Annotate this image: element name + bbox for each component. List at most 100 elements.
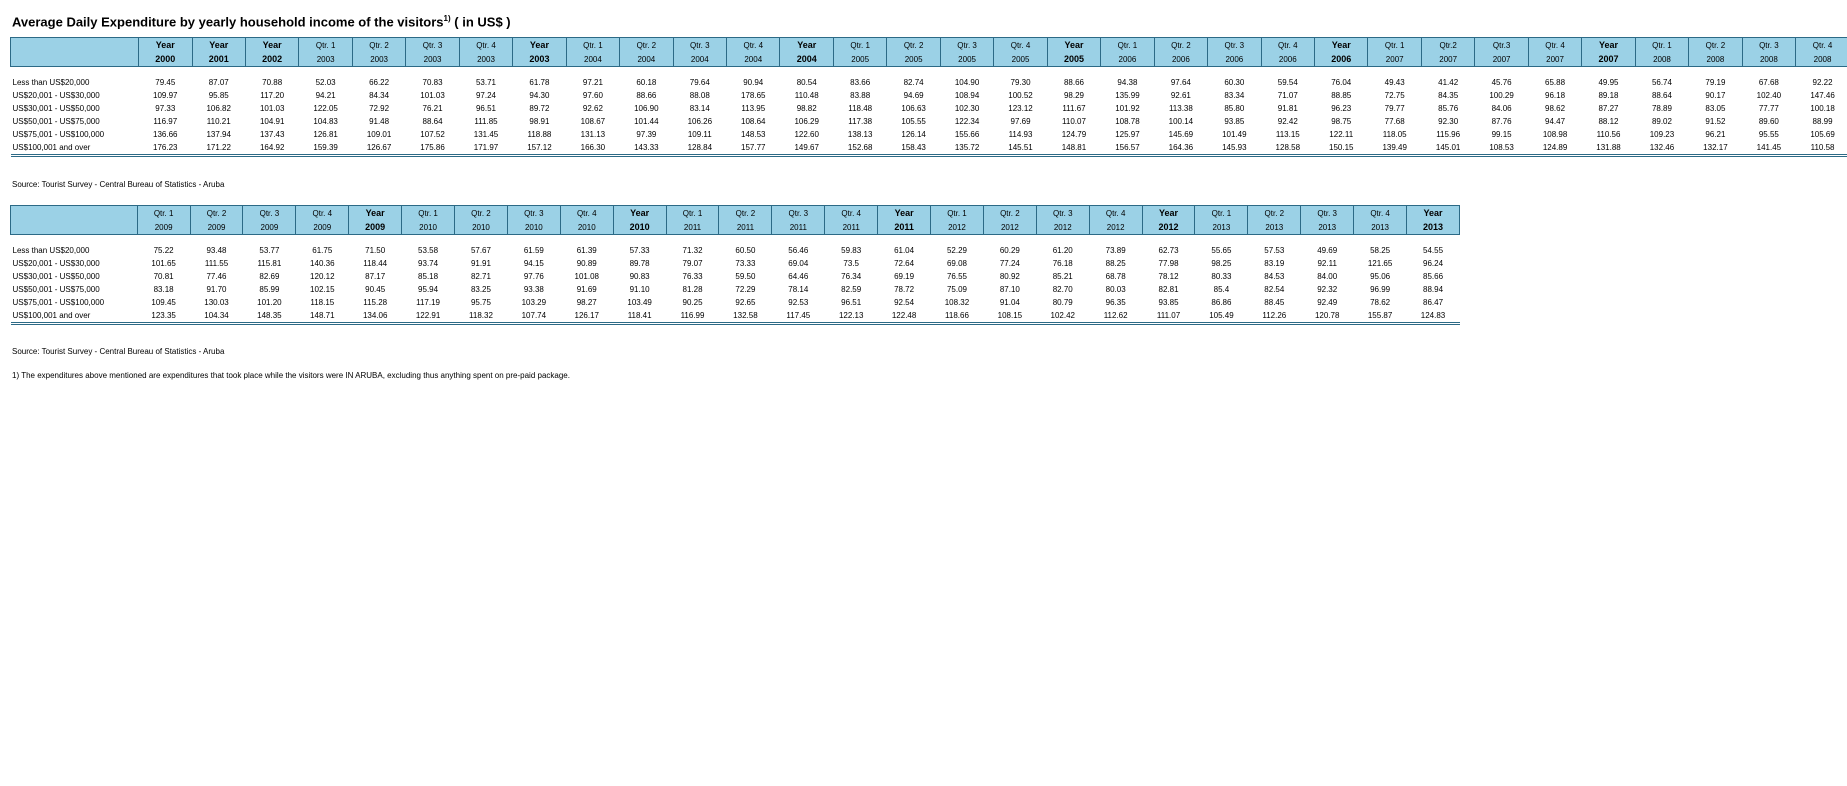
column-header: Qtr. 4: [824, 205, 879, 220]
column-header: Qtr. 4: [1527, 37, 1583, 52]
table-cell: 100.14: [1168, 117, 1194, 126]
column-header: 2009: [348, 220, 403, 235]
row-label: Less than US$20,000: [12, 78, 90, 87]
table-cell: 148.35: [242, 309, 296, 325]
table-cell: 82.59: [841, 285, 862, 294]
table-cell: 92.65: [735, 298, 756, 307]
table-cell: 83.19: [1264, 259, 1285, 268]
table-cell: 110.56: [1596, 130, 1621, 139]
table-cell: 96.24: [1423, 259, 1444, 268]
table-cell: 49.69: [1317, 246, 1338, 255]
table-cell: 125.97: [1115, 130, 1140, 139]
table-cell: 58.25: [1370, 246, 1391, 255]
column-header: 2006: [1153, 52, 1209, 67]
table-cell: 113.95: [741, 104, 766, 113]
table-cell: 122.48: [877, 309, 931, 325]
table-cell: 102.40: [1756, 91, 1782, 100]
table-row: US$100,001 and over 123.35 104.34 148.35 148…: [10, 309, 1460, 325]
table-cell: 140.36: [310, 259, 335, 268]
table-cell: 83.25: [470, 285, 491, 294]
table-cell: 117.38: [848, 117, 873, 126]
table-cell: 89.60: [1758, 117, 1779, 126]
table-cell: 166.30: [566, 141, 620, 157]
table-cell: 128.58: [1261, 141, 1315, 157]
column-header: 2010: [506, 220, 561, 235]
table-cell: 53.77: [259, 246, 280, 255]
column-header: 2009: [189, 220, 244, 235]
table-cell: 89.78: [629, 259, 650, 268]
table-cell: 85.76: [1438, 104, 1459, 113]
table-cell: 83.14: [689, 104, 710, 113]
table-cell: 108.94: [954, 91, 980, 100]
table-cell: 126.67: [352, 141, 406, 157]
table-cell: 61.78: [529, 78, 550, 87]
table-cell: 83.18: [153, 285, 174, 294]
table-cell: 115.28: [363, 298, 388, 307]
footnote: 1) The expenditures above mentioned are …: [12, 371, 570, 380]
column-header: 2012: [1035, 220, 1090, 235]
table-cell: 91.04: [999, 298, 1020, 307]
table-cell: 101.92: [1115, 104, 1140, 113]
table-cell: 97.64: [1170, 78, 1191, 87]
table-cell: 120.12: [310, 272, 335, 281]
column-header: 2002: [244, 52, 300, 67]
table-cell: 88.64: [422, 117, 443, 126]
column-header: Year: [138, 37, 193, 52]
table-cell: 139.49: [1367, 141, 1422, 157]
table-cell: 91.69: [576, 285, 597, 294]
table-cell: 111.07: [1142, 309, 1195, 325]
table-cell: 108.15: [983, 309, 1037, 325]
table-cell: 65.88: [1545, 78, 1566, 87]
column-header: Qtr. 4: [1088, 205, 1143, 220]
table-cell: 53.58: [418, 246, 439, 255]
table-cell: 164.92: [245, 141, 299, 157]
table-cell: 109.97: [153, 91, 178, 100]
table-cell: 96.51: [475, 104, 496, 113]
table-cell: 62.73: [1158, 246, 1179, 255]
table-cell: 100.29: [1489, 91, 1514, 100]
table-cell: 91.10: [629, 285, 650, 294]
table-cell: 156.57: [1100, 141, 1155, 157]
table-cell: 137.43: [259, 130, 285, 139]
table-cell: 88.45: [1264, 298, 1285, 307]
table-cell: 88.99: [1812, 117, 1833, 126]
table-cell: 122.60: [794, 130, 819, 139]
table-cell: 157.77: [726, 141, 780, 157]
row-label: US$100,001 and over: [10, 141, 139, 157]
table-cell: 88.12: [1598, 117, 1619, 126]
column-header: 2007: [1474, 52, 1529, 67]
table-cell: 45.76: [1491, 78, 1512, 87]
column-header: 2007: [1581, 52, 1636, 67]
table-cell: 92.30: [1438, 117, 1459, 126]
column-header: Year: [348, 205, 403, 220]
table-cell: 116.99: [666, 309, 719, 325]
column-header: 2003: [298, 52, 353, 67]
table-cell: 71.07: [1277, 91, 1298, 100]
column-header: 2010: [559, 220, 614, 235]
column-header: Year: [612, 205, 667, 220]
table-cell: 52.29: [946, 246, 967, 255]
table-cell: 85.80: [1224, 104, 1245, 113]
column-header: 2013: [1247, 220, 1302, 235]
table-cell: 112.62: [1089, 309, 1143, 325]
table-cell: 76.04: [1331, 78, 1352, 87]
column-header: 2004: [619, 52, 674, 67]
column-header: Qtr. 4: [559, 205, 614, 220]
column-header: Qtr. 3: [506, 205, 561, 220]
table-cell: 111.67: [1062, 104, 1086, 113]
column-header: Qtr. 3: [771, 205, 826, 220]
column-header: 2011: [877, 220, 932, 235]
table-cell: 137.94: [206, 130, 231, 139]
column-header: Year: [1046, 37, 1102, 52]
table-cell: 107.74: [507, 309, 561, 325]
table-cell: 70.81: [153, 272, 174, 281]
table-cell: 88.85: [1331, 91, 1352, 100]
row-label: US$20,001 - US$30,000: [12, 259, 100, 268]
table-cell: 124.83: [1406, 309, 1460, 325]
column-header: Qtr. 3: [1300, 205, 1355, 220]
table-cell: 98.82: [796, 104, 817, 113]
table-cell: 106.90: [634, 104, 659, 113]
column-header: Qtr. 1: [1634, 37, 1690, 52]
table-cell: 79.64: [689, 78, 710, 87]
table-cell: 92.22: [1812, 78, 1833, 87]
